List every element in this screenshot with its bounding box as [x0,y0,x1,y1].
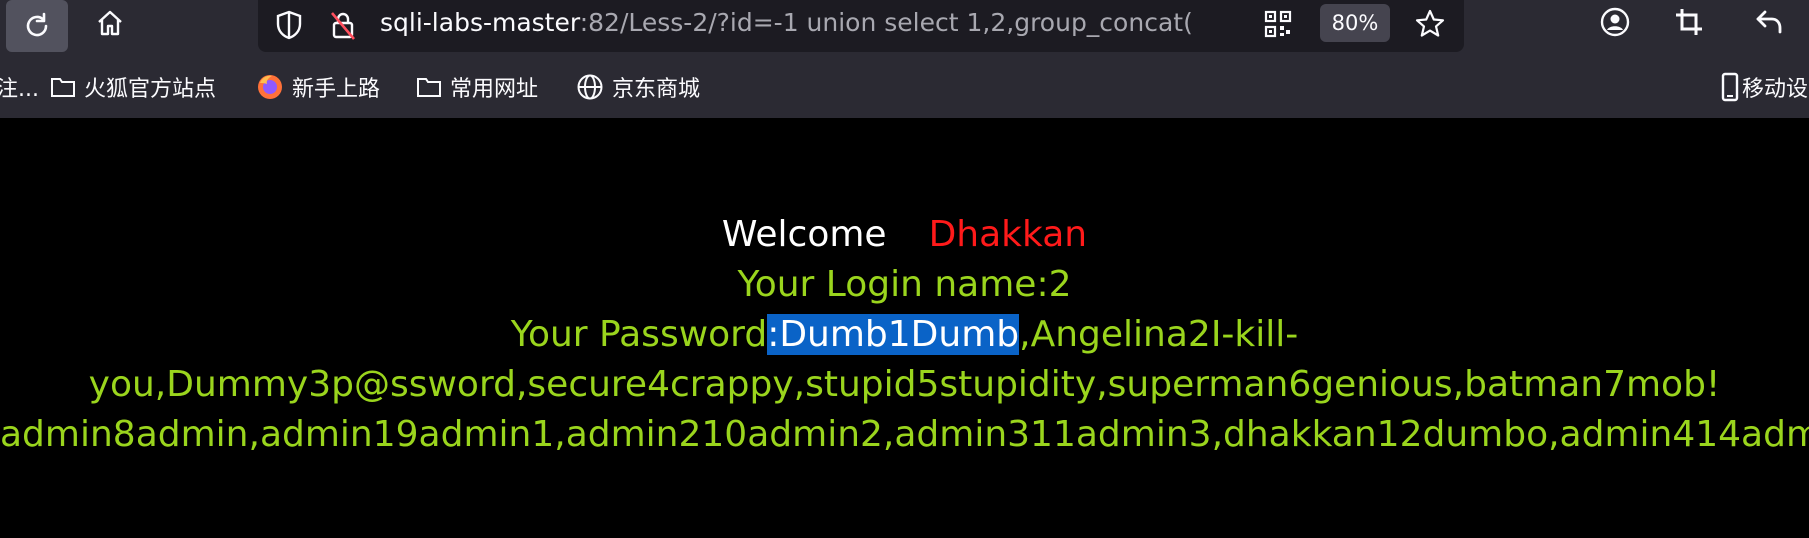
qr-code-icon [1264,10,1292,38]
shield-icon [276,10,302,40]
account-button[interactable] [1592,0,1638,44]
bookmark-jd-mall[interactable]: 京东商城 [576,66,700,108]
zoom-level-button[interactable]: 80% [1320,4,1390,42]
bookmark-getting-started[interactable]: 新手上路 [256,66,380,108]
username-text: Dhakkan [928,214,1088,255]
back-button[interactable] [1746,0,1792,44]
mobile-phone-icon [1720,72,1740,102]
browser-toolbar: sqli-labs-master:82/Less-2/?id=-1 union … [0,0,1809,56]
bookmark-common-sites[interactable]: 常用网址 [416,66,538,108]
password-continued: ,Angelina2I-kill- [1019,314,1299,355]
star-icon [1415,9,1445,37]
bookmark-label: 火狐官方站点 [84,77,217,102]
url-host: sqli-labs-master [380,8,580,37]
password-line-1: Your Password:Dumb1Dumb,Angelina2I-kill- [0,314,1809,355]
globe-icon [576,73,604,101]
address-bar[interactable]: sqli-labs-master:82/Less-2/?id=-1 union … [258,0,1464,52]
reload-icon [26,12,48,37]
url-text[interactable]: sqli-labs-master:82/Less-2/?id=-1 union … [380,2,1380,44]
selected-text: :Dumb1Dumb [767,314,1020,355]
bookmark-label: 移动设 [1742,77,1809,102]
undo-arrow-icon [1756,10,1782,34]
bookmark-truncated[interactable]: 注... [0,66,39,108]
reload-button[interactable] [6,0,68,52]
password-line-3: admin8admin,admin19admin1,admin210admin2… [0,414,1809,455]
welcome-text: Welcome [721,214,887,255]
tracking-protection-button[interactable] [270,6,308,44]
bookmark-firefox-official[interactable]: 火狐官方站点 [50,66,216,108]
page-content: Welcome Dhakkan Your Login name:2 Your Pa… [0,118,1809,538]
url-path: :82/Less-2/?id=-1 union select 1,2,group… [579,8,1193,37]
password-label: Your Password [510,314,768,355]
bookmark-label: 常用网址 [450,77,539,102]
folder-icon [416,76,442,98]
insecure-lock-icon [331,12,355,40]
welcome-line: Welcome Dhakkan [0,214,1809,255]
qr-code-button[interactable] [1258,4,1298,44]
bookmark-page-button[interactable] [1408,2,1452,46]
account-icon [1600,7,1630,37]
mobile-bookmarks[interactable]: 移动设 [1720,66,1808,108]
firefox-icon [256,73,284,101]
bookmarks-toolbar: 注... 火狐官方站点 新手上路 常用网址 京东商城 移动设 [0,56,1809,118]
home-icon [98,10,122,36]
folder-icon [50,76,76,98]
login-name-line: Your Login name:2 [737,264,1072,305]
password-line-2: you,Dummy3p@ssword,secure4crappy,stupid5… [88,364,1721,405]
crop-icon [1676,9,1702,35]
screenshot-button[interactable] [1666,0,1712,44]
bookmark-label: 新手上路 [292,77,381,102]
bookmark-label: 京东商城 [612,77,701,102]
site-info-button[interactable] [324,6,362,44]
home-button[interactable] [84,0,136,46]
